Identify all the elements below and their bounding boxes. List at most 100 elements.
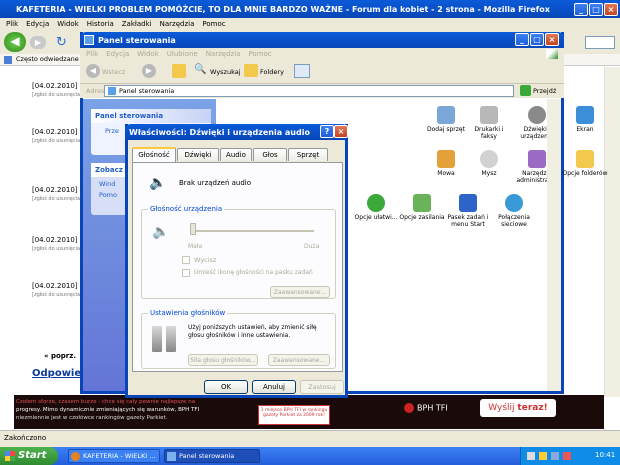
tab-audio[interactable]: Audio <box>220 148 252 161</box>
tray-network-icon[interactable] <box>527 452 535 460</box>
speaker-advanced-button[interactable]: Zaawansowane... <box>268 354 330 366</box>
prev-page-link[interactable]: « poprz. <box>44 352 76 360</box>
cp-item-mouse[interactable]: Mysz <box>466 150 512 177</box>
cp-menu-tools[interactable]: Narzędzia <box>206 50 241 58</box>
mute-label: Wycisz <box>194 256 217 264</box>
address-field[interactable]: Panel sterowania <box>104 85 514 97</box>
cp-close-icon[interactable]: × <box>545 33 559 46</box>
tray-security-icon[interactable] <box>539 452 547 460</box>
menu-bookmarks[interactable]: Zakładki <box>122 20 152 28</box>
report-link[interactable]: [zgłoś do usunięcia] <box>32 138 82 144</box>
dialog-tabs: Głośność Dźwięki Audio Głos Sprzęt <box>132 147 342 163</box>
search-box[interactable] <box>585 36 615 49</box>
bookmark-frequent[interactable]: Często odwiedzane <box>16 55 79 63</box>
ad-banner[interactable]: Czołem sforze, czasem burze - chce się c… <box>14 395 604 429</box>
tab-sounds[interactable]: Dźwięki <box>177 148 219 161</box>
cp-item-add-hardware[interactable]: Dodaj sprzęt <box>423 106 469 133</box>
cp-item-folder-options[interactable]: Opcje folderów <box>562 150 608 177</box>
cp-addressbar: Adres Panel sterowania Przejdź <box>80 84 564 98</box>
tray-alert-icon[interactable] <box>563 452 571 460</box>
cp-menu-edit[interactable]: Edycja <box>106 50 129 58</box>
speaker-right-icon <box>166 326 176 352</box>
tab-hardware[interactable]: Sprzęt <box>288 148 328 161</box>
menu-help[interactable]: Pomoc <box>202 20 225 28</box>
search-button[interactable]: Wyszukaj <box>210 68 241 76</box>
windows-flag-icon <box>546 49 558 59</box>
start-button[interactable]: Start <box>0 447 58 465</box>
menu-tools[interactable]: Narzędzia <box>160 20 195 28</box>
firefox-menubar: Plik Edycja Widok Historia Zakładki Narz… <box>0 18 620 30</box>
volume-group: Głośność urządzenia 🔈 Mała Duża Wycisz U… <box>141 205 336 299</box>
ad-brand: BPH TFI <box>404 403 448 413</box>
tray-icon-checkbox[interactable] <box>182 269 190 277</box>
cp-menu-help[interactable]: Pomoc <box>248 50 271 58</box>
close-icon[interactable]: × <box>604 3 618 16</box>
help-icon[interactable]: ? <box>320 125 334 138</box>
status-text: Zakończono <box>4 434 47 442</box>
cp-maximize-icon[interactable]: □ <box>530 33 544 46</box>
folders-button[interactable]: Foldery <box>260 68 284 76</box>
speaker-icon: 🔈 <box>149 175 167 191</box>
cp-scrollbar[interactable] <box>547 99 561 391</box>
cp-item-accessibility[interactable]: Opcje ułatwi... <box>353 194 399 221</box>
apply-button[interactable]: Zastosuj <box>300 380 344 394</box>
dialog-title: Właściwości: Dźwięki i urządzenia audio <box>129 127 310 137</box>
volume-slider[interactable] <box>190 223 196 235</box>
menu-file[interactable]: Plik <box>6 20 18 28</box>
windows-logo-icon <box>5 451 15 461</box>
back-button[interactable]: Wstecz <box>102 68 125 76</box>
cp-item-printers[interactable]: Drukarki i faksy <box>466 106 512 140</box>
menu-view[interactable]: Widok <box>57 20 79 28</box>
report-link[interactable]: [zgłoś do usunięcia] <box>32 92 82 98</box>
cp-item-network[interactable]: Połączenia sieciowe <box>491 194 537 228</box>
reload-icon[interactable]: ↻ <box>56 35 67 50</box>
advanced-button[interactable]: Zaawansowane... <box>270 286 330 298</box>
volume-slider-track <box>192 230 314 232</box>
tray-app-icon[interactable] <box>551 452 559 460</box>
cp-menu-favorites[interactable]: Ulubione <box>167 50 198 58</box>
speaker-volume-button[interactable]: Siła głosu głośników... <box>188 354 258 366</box>
cp-titlebar: Panel sterowania <box>80 32 564 48</box>
cp-item-speech[interactable]: Mowa <box>423 150 469 177</box>
task-control-panel[interactable]: Panel sterowania <box>164 449 260 463</box>
ad-cta-button[interactable]: Wyślij teraz! <box>480 399 556 417</box>
volume-low-label: Mała <box>188 243 203 250</box>
cp-minimize-icon[interactable]: _ <box>515 33 529 46</box>
cp-item-power[interactable]: Opcje zasilania <box>399 194 445 221</box>
dialog-close-icon[interactable]: × <box>334 125 348 138</box>
post-date: [04.02.2010] <box>32 236 78 244</box>
post-date: [04.02.2010] <box>32 282 78 290</box>
go-arrow-icon[interactable] <box>520 85 531 96</box>
cp-menubar: Plik Edycja Widok Ulubione Narzędzia Pom… <box>80 48 564 60</box>
forward-icon[interactable]: ▶ <box>142 64 156 78</box>
report-link[interactable]: [zgłoś do usunięcia] <box>32 246 82 252</box>
control-panel-icon <box>84 35 94 45</box>
sound-properties-dialog: Właściwości: Dźwięki i urządzenia audio … <box>125 124 348 398</box>
minimize-icon[interactable]: _ <box>574 3 588 16</box>
back-arrow-icon[interactable]: ◀ <box>4 32 26 52</box>
cp-item-taskbar[interactable]: Pasek zadań i menu Start <box>445 194 491 228</box>
task-firefox[interactable]: KAFETERIA - WIELKI ... <box>68 449 160 463</box>
tab-volume[interactable]: Głośność <box>132 147 176 162</box>
cp-item-display[interactable]: Ekran <box>562 106 608 133</box>
forward-arrow-icon[interactable]: ▶ <box>30 36 46 49</box>
views-icon[interactable] <box>294 64 310 78</box>
folder-up-icon[interactable] <box>172 64 186 78</box>
menu-history[interactable]: Historia <box>87 20 114 28</box>
brand-logo-icon <box>404 403 414 413</box>
tab-voice[interactable]: Głos <box>253 148 287 161</box>
ok-button[interactable]: OK <box>204 380 248 394</box>
post-date: [04.02.2010] <box>32 186 78 194</box>
report-link[interactable]: [zgłoś do usunięcia] <box>32 292 82 298</box>
menu-edit[interactable]: Edycja <box>26 20 49 28</box>
report-link[interactable]: [zgłoś do usunięcia] <box>32 196 82 202</box>
go-button[interactable]: Przejdź <box>533 87 556 95</box>
firefox-titlebar: KAFETERIA - WIELKI PROBLEM POMÓŻCIE, TO … <box>0 0 620 18</box>
cp-menu-view[interactable]: Widok <box>137 50 159 58</box>
mute-checkbox[interactable] <box>182 256 190 264</box>
maximize-icon[interactable]: □ <box>589 3 603 16</box>
cp-menu-file[interactable]: Plik <box>86 50 98 58</box>
cancel-button[interactable]: Anuluj <box>252 380 296 394</box>
bookmark-icon <box>4 56 12 64</box>
back-icon[interactable]: ◀ <box>86 64 100 78</box>
